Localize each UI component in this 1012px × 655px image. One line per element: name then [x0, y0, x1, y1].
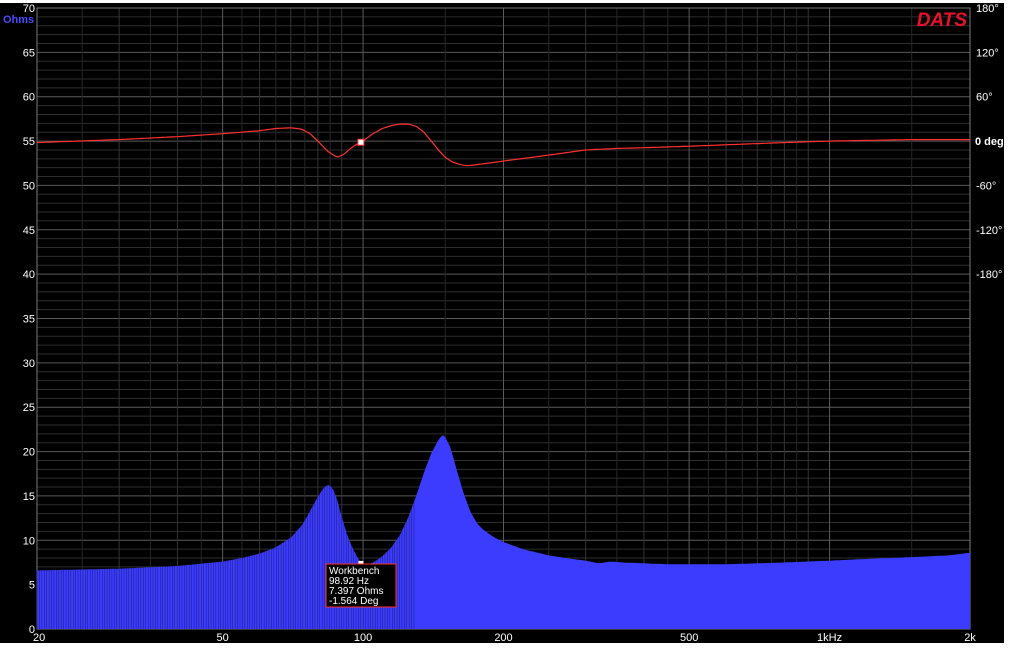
grid	[37, 8, 970, 629]
y-left-tick-label: 30	[23, 358, 35, 370]
x-tick-label: 1kHz	[817, 632, 842, 644]
y-left-tick-labels: 0510152025303540455055606570	[23, 3, 35, 636]
chart-svg[interactable]: 0510152025303540455055606570 180°120°60°…	[0, 0, 1012, 650]
cursor-phase-marker[interactable]	[358, 139, 364, 145]
impedance-phase-chart[interactable]: 0510152025303540455055606570 180°120°60°…	[0, 0, 1012, 650]
y-right-tick-label: -120°	[976, 225, 1002, 237]
y-left-tick-label: 45	[23, 225, 35, 237]
x-tick-label: 100	[354, 632, 372, 644]
y-right-tick-label: 180°	[976, 3, 999, 15]
y-left-tick-label: 60	[23, 92, 35, 104]
x-tick-label: 50	[217, 632, 229, 644]
x-tick-label: 20	[33, 632, 45, 644]
y-right-tick-label: 0 deg	[975, 136, 1004, 148]
y-left-tick-label: 50	[23, 180, 35, 192]
y-left-tick-label: 35	[23, 314, 35, 326]
y-left-tick-label: 15	[23, 491, 35, 503]
dats-logo: DATS	[917, 10, 968, 31]
y-right-tick-label: 60°	[976, 92, 993, 104]
y-left-tick-label: 55	[23, 136, 35, 148]
x-tick-label: 500	[680, 632, 698, 644]
y-left-tick-label: 40	[23, 269, 35, 281]
cursor-readout-deg: -1.564 Deg	[329, 596, 378, 607]
x-tick-label: 2k	[964, 632, 976, 644]
y-left-tick-label: 10	[23, 535, 35, 547]
y-left-tick-label: 65	[23, 47, 35, 59]
y-left-axis-label: Ohms	[3, 14, 34, 26]
y-left-tick-label: 20	[23, 447, 35, 459]
y-left-tick-label: 25	[23, 402, 35, 414]
y-right-tick-label: 120°	[976, 47, 999, 59]
x-tick-label: 200	[494, 632, 512, 644]
y-right-tick-label: -180°	[976, 269, 1002, 281]
y-right-tick-label: -60°	[976, 180, 996, 192]
y-left-tick-label: 5	[29, 580, 35, 592]
